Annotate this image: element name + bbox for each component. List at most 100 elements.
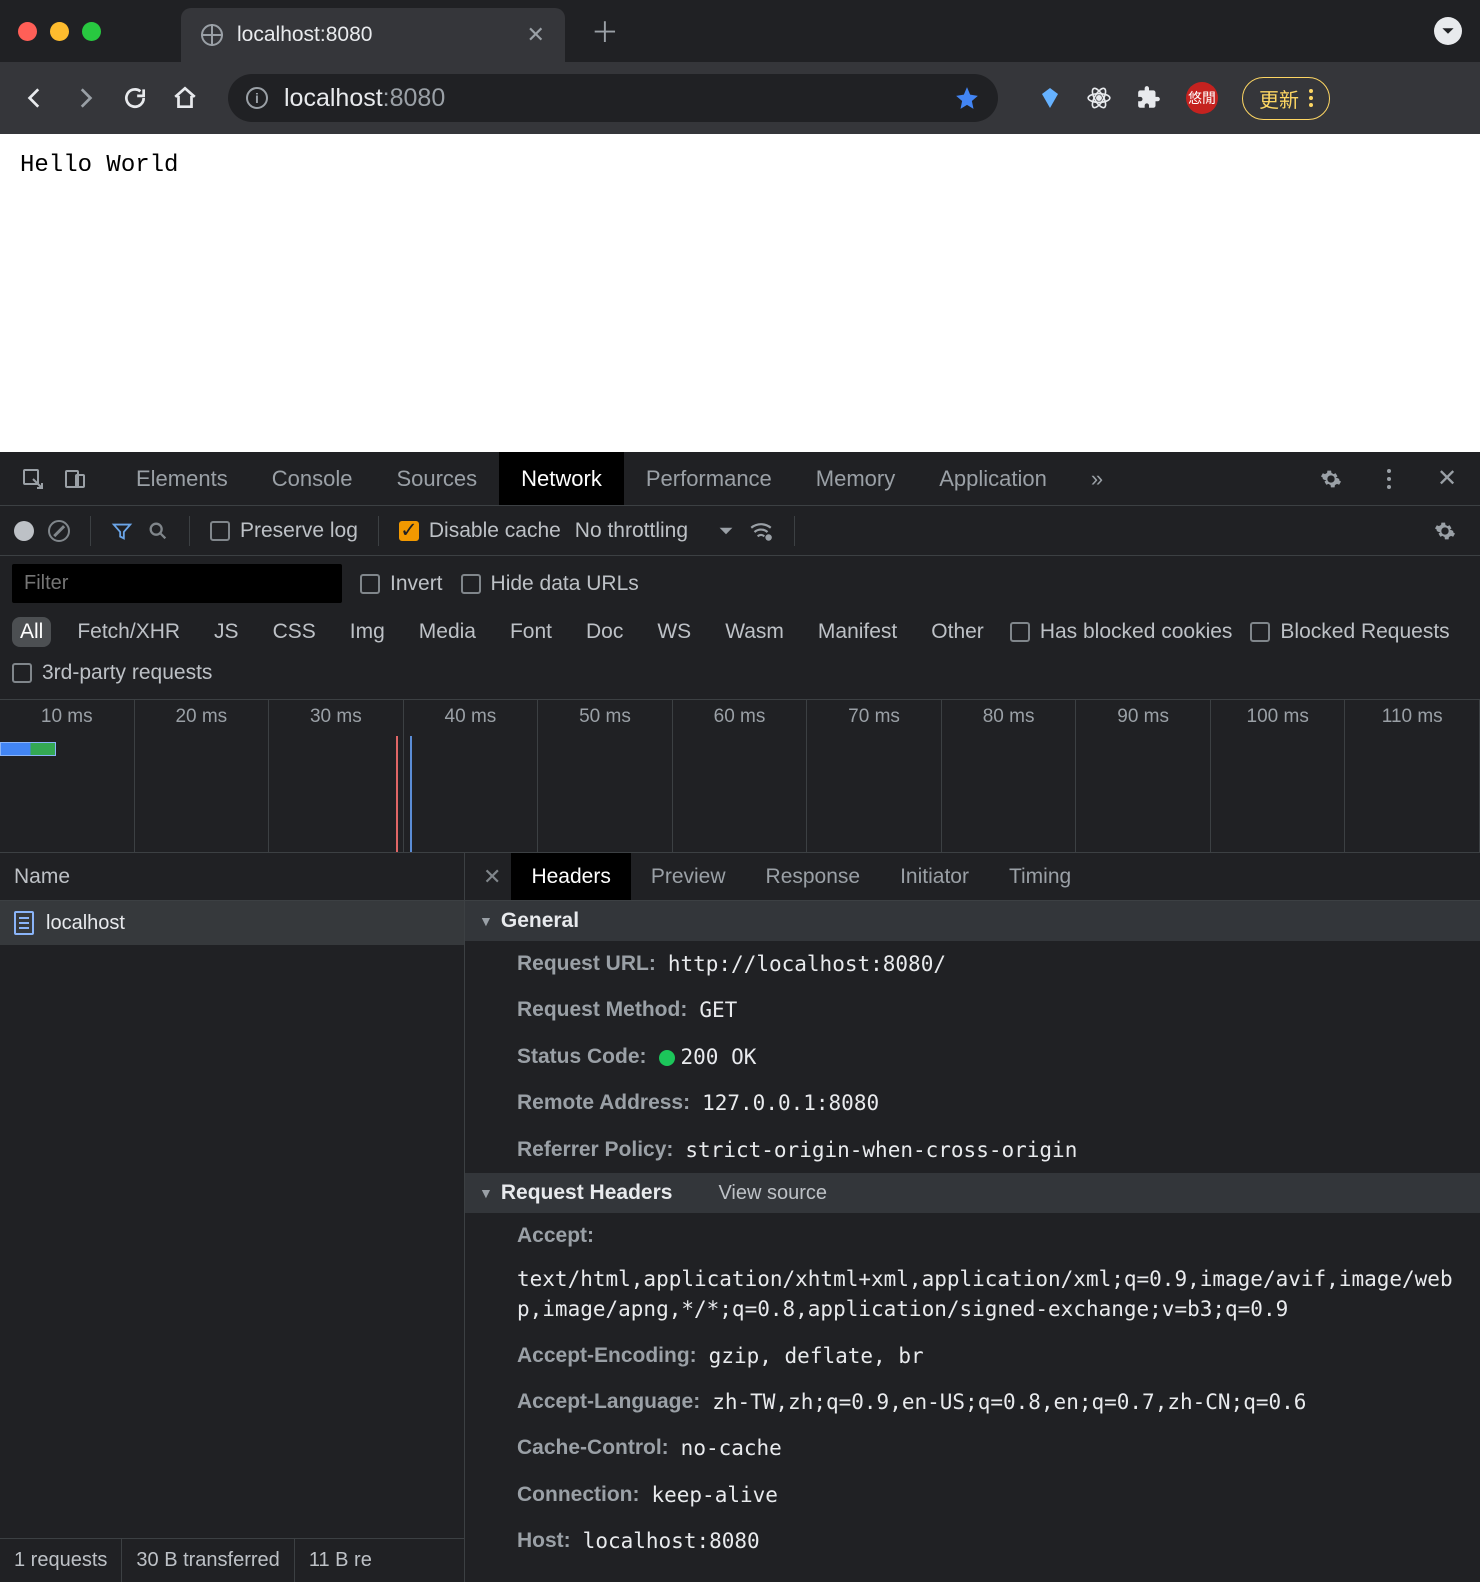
label: Status Code: (517, 1042, 647, 1072)
detail-tab-preview[interactable]: Preview (631, 853, 746, 900)
value: keep-alive (651, 1480, 777, 1510)
filter-input[interactable] (12, 564, 342, 603)
inspect-element-icon[interactable] (16, 462, 50, 496)
tab-console[interactable]: Console (250, 452, 375, 505)
window-controls (18, 22, 101, 41)
home-button[interactable] (170, 83, 200, 113)
value: no-cache (681, 1433, 782, 1463)
label: Accept: (517, 1221, 594, 1251)
forward-button[interactable] (70, 83, 100, 113)
new-tab-button[interactable]: ＋ (591, 11, 619, 51)
close-detail-icon[interactable]: ✕ (473, 864, 511, 890)
has-blocked-cookies-checkbox[interactable]: Has blocked cookies (1010, 620, 1233, 644)
record-button[interactable] (14, 521, 34, 541)
filter-type-font[interactable]: Font (502, 617, 560, 647)
extension-badge[interactable]: 悠閒 (1186, 82, 1218, 114)
value: gzip, deflate, br (709, 1341, 924, 1371)
tab-application[interactable]: Application (917, 452, 1069, 505)
blocked-requests-checkbox[interactable]: Blocked Requests (1250, 620, 1449, 644)
detail-tab-headers[interactable]: Headers (511, 853, 630, 900)
tab-performance[interactable]: Performance (624, 452, 794, 505)
preserve-log-checkbox[interactable]: Preserve log (210, 519, 358, 543)
reload-button[interactable] (120, 83, 150, 113)
back-button[interactable] (20, 83, 50, 113)
tab-memory[interactable]: Memory (794, 452, 917, 505)
divider (794, 516, 795, 546)
filter-type-ws[interactable]: WS (649, 617, 699, 647)
divider (90, 516, 91, 546)
site-info-icon[interactable]: i (246, 87, 268, 109)
more-tabs-icon[interactable]: » (1069, 452, 1125, 505)
section-general[interactable]: ▼General (465, 901, 1480, 941)
hide-data-urls-checkbox[interactable]: Hide data URLs (461, 572, 639, 596)
devtools-close-icon[interactable]: ✕ (1430, 462, 1464, 496)
filter-type-img[interactable]: Img (342, 617, 393, 647)
filter-type-wasm[interactable]: Wasm (717, 617, 792, 647)
value: 127.0.0.1:8080 (702, 1088, 879, 1118)
filter-type-media[interactable]: Media (411, 617, 484, 647)
value: localhost:8080 (583, 1526, 760, 1556)
filter-type-doc[interactable]: Doc (578, 617, 631, 647)
search-icon[interactable] (147, 520, 169, 542)
timeline-tick: 80 ms (942, 700, 1077, 736)
timeline-tick: 90 ms (1076, 700, 1211, 736)
maximize-window-icon[interactable] (82, 22, 101, 41)
network-conditions-icon[interactable] (748, 518, 774, 544)
value: GET (699, 995, 737, 1025)
timeline-tick: 60 ms (673, 700, 808, 736)
device-toolbar-icon[interactable] (58, 462, 92, 496)
section-request-headers[interactable]: ▼Request HeadersView source (465, 1173, 1480, 1213)
tab-network[interactable]: Network (499, 452, 624, 505)
tab-sources[interactable]: Sources (374, 452, 499, 505)
export-har-icon[interactable] (849, 521, 869, 541)
view-source-link[interactable]: View source (718, 1182, 827, 1205)
page-viewport: Hello World (0, 134, 1480, 452)
devtools-tabs: Elements Console Sources Network Perform… (114, 452, 1125, 505)
timeline-tick: 70 ms (807, 700, 942, 736)
filter-type-all[interactable]: All (12, 617, 51, 647)
extension-react-icon[interactable] (1086, 85, 1112, 111)
filter-type-manifest[interactable]: Manifest (810, 617, 905, 647)
request-row[interactable]: localhost (0, 901, 464, 945)
network-timeline[interactable]: 10 ms 20 ms 30 ms 40 ms 50 ms 60 ms 70 m… (0, 699, 1480, 853)
network-settings-icon[interactable] (1428, 514, 1462, 548)
browser-chrome: localhost:8080 ✕ ＋ i localhost:8080 悠閒 更… (0, 0, 1480, 134)
close-tab-icon[interactable]: ✕ (526, 22, 544, 48)
filter-type-fetchxhr[interactable]: Fetch/XHR (69, 617, 188, 647)
detail-tab-initiator[interactable]: Initiator (880, 853, 989, 900)
address-bar[interactable]: i localhost:8080 (228, 74, 998, 122)
filter-icon[interactable] (111, 520, 133, 542)
value: http://localhost:8080/ (668, 949, 946, 979)
import-har-icon[interactable] (815, 521, 835, 541)
timeline-tick: 20 ms (135, 700, 270, 736)
minimize-window-icon[interactable] (50, 22, 69, 41)
devtools-settings-icon[interactable] (1314, 462, 1348, 496)
filter-type-js[interactable]: JS (206, 617, 247, 647)
chrome-menu-icon[interactable] (1309, 89, 1313, 107)
globe-icon (201, 24, 223, 46)
extensions-puzzle-icon[interactable] (1136, 85, 1162, 111)
invert-checkbox[interactable]: Invert (360, 572, 443, 596)
throttling-select[interactable]: No throttling (575, 519, 734, 543)
close-window-icon[interactable] (18, 22, 37, 41)
clear-button[interactable] (48, 520, 70, 542)
request-list-header[interactable]: Name (0, 853, 464, 901)
disable-cache-checkbox[interactable]: ✓Disable cache (399, 519, 561, 543)
label: Connection: (517, 1480, 639, 1510)
detail-tab-timing[interactable]: Timing (989, 853, 1091, 900)
tab-elements[interactable]: Elements (114, 452, 250, 505)
detail-tab-response[interactable]: Response (746, 853, 881, 900)
devtools-panel: Elements Console Sources Network Perform… (0, 452, 1480, 1582)
bookmark-star-icon[interactable] (954, 85, 980, 111)
devtools-menu-icon[interactable] (1372, 462, 1406, 496)
detail-tabs: ✕ Headers Preview Response Initiator Tim… (465, 853, 1480, 901)
update-chrome-button[interactable]: 更新 (1242, 77, 1330, 120)
third-party-checkbox[interactable]: 3rd-party requests (12, 661, 1468, 685)
filter-type-other[interactable]: Other (923, 617, 992, 647)
browser-tab[interactable]: localhost:8080 ✕ (181, 8, 565, 62)
filter-type-css[interactable]: CSS (265, 617, 324, 647)
request-list: Name localhost 1 requests 30 B transferr… (0, 853, 465, 1582)
tab-menu-button[interactable] (1434, 17, 1462, 45)
timeline-request-bar[interactable] (0, 742, 56, 756)
extension-gem-icon[interactable] (1038, 86, 1062, 110)
